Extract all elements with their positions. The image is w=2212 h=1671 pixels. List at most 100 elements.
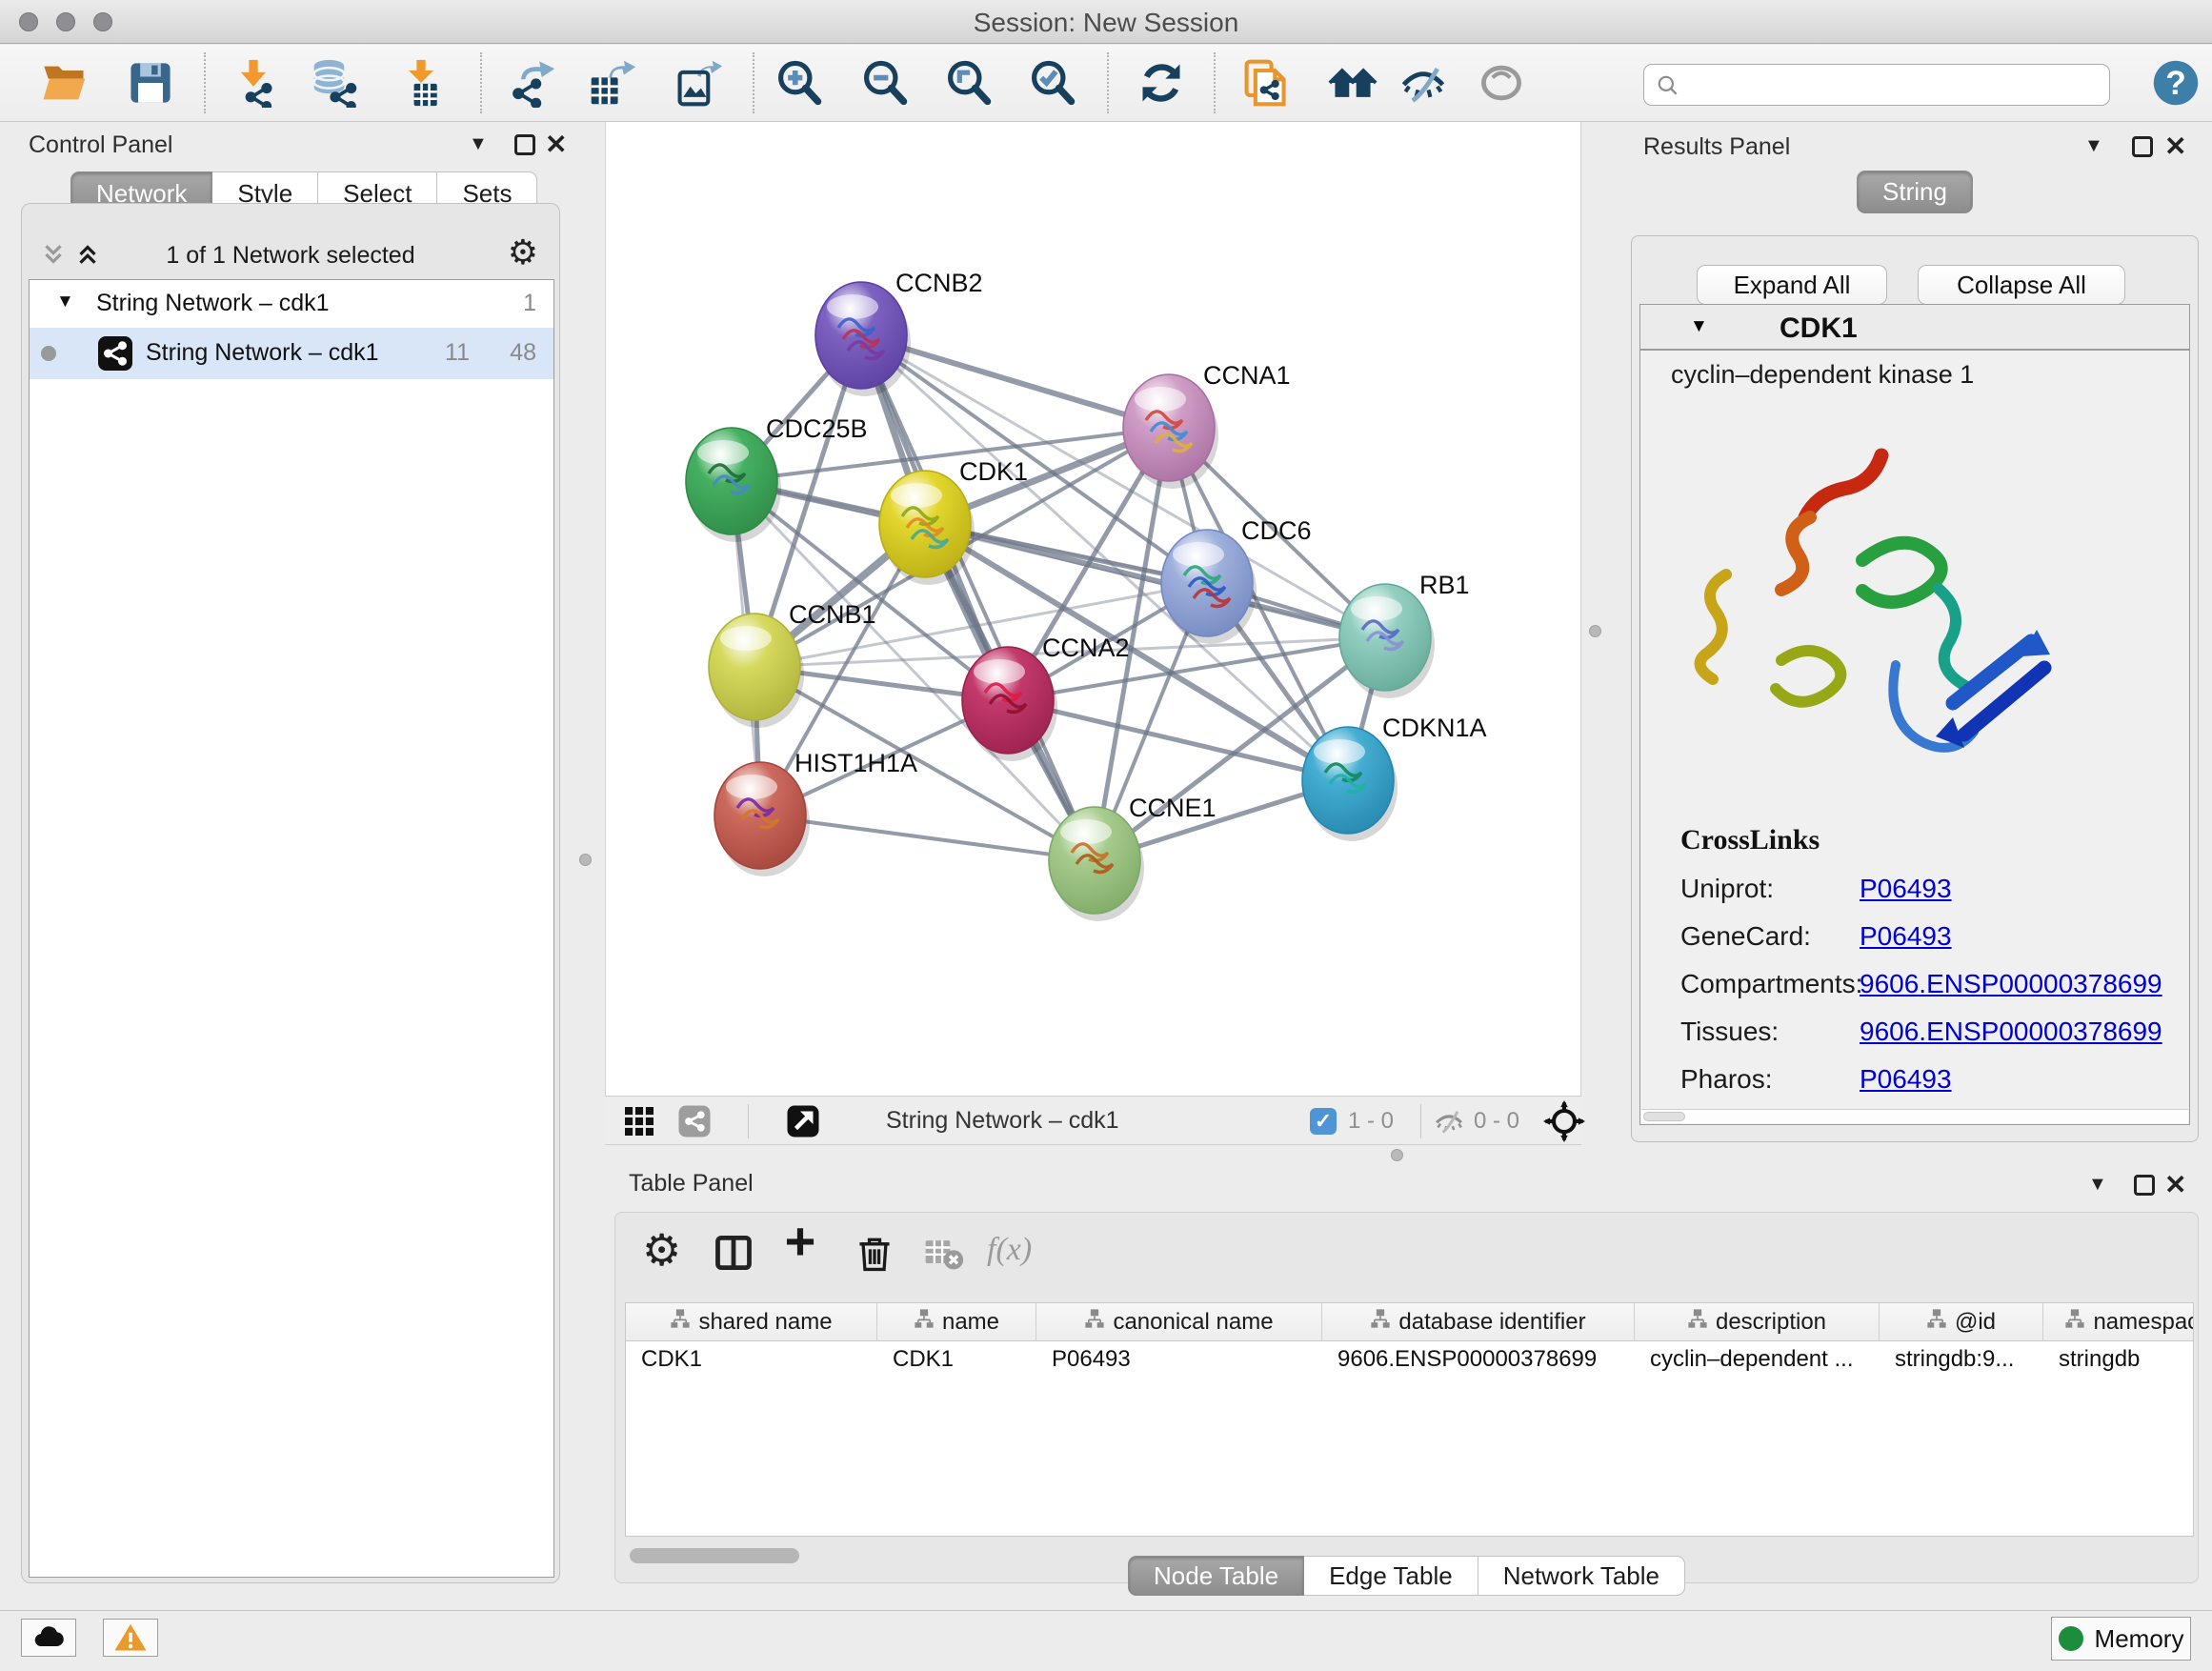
- network-row[interactable]: String Network – cdk1 11 48: [30, 328, 553, 379]
- network-node-CCNE1[interactable]: CCNE1: [1049, 794, 1217, 921]
- table-panel-close-icon[interactable]: ✕: [2164, 1175, 2186, 1196]
- import-network-database-icon[interactable]: [310, 58, 359, 108]
- node-label-CCNE1: CCNE1: [1129, 794, 1217, 822]
- crosslink-link[interactable]: P06493: [1860, 1064, 1952, 1095]
- import-table-icon[interactable]: [396, 58, 446, 108]
- column-header-canonical-name[interactable]: canonical name: [1036, 1303, 1322, 1340]
- node-section-header[interactable]: ▼ CDK1: [1640, 305, 2189, 351]
- create-column-plus-icon[interactable]: +: [779, 1220, 821, 1262]
- network-node-CDKN1A[interactable]: CDKN1A: [1302, 714, 1487, 841]
- delete-column-trash-icon[interactable]: [854, 1232, 895, 1274]
- control-panel-menu-icon[interactable]: ▼: [469, 133, 488, 155]
- control-panel-float-icon[interactable]: [514, 134, 535, 155]
- table-row[interactable]: CDK1CDK1P064939606.ENSP00000378699cyclin…: [626, 1341, 2193, 1379]
- delete-table-icon[interactable]: [922, 1232, 960, 1274]
- export-table-icon[interactable]: [588, 58, 637, 108]
- duplicate-network-icon[interactable]: [1241, 58, 1291, 108]
- bottom-divider-handle[interactable]: [1391, 1149, 1403, 1161]
- memory-button[interactable]: Memory: [2051, 1617, 2191, 1661]
- results-panel-float-icon[interactable]: [2132, 136, 2153, 157]
- column-header-database-identifier[interactable]: database identifier: [1322, 1303, 1635, 1340]
- left-divider-handle[interactable]: [579, 854, 592, 866]
- import-network-file-icon[interactable]: [229, 58, 278, 108]
- column-header-name[interactable]: name: [877, 1303, 1036, 1340]
- table-body: CDK1CDK1P064939606.ENSP00000378699cyclin…: [626, 1341, 2193, 1379]
- network-edge-CDK1-RB1[interactable]: [925, 524, 1385, 637]
- cloud-button[interactable]: [21, 1619, 76, 1657]
- selected-checkbox-icon[interactable]: ✓: [1310, 1108, 1337, 1135]
- birdseye-view-icon[interactable]: [786, 1104, 820, 1138]
- table-panel-menu-icon[interactable]: ▼: [2088, 1174, 2107, 1196]
- column-header-description[interactable]: description: [1635, 1303, 1880, 1340]
- table-cell: 9606.ENSP00000378699: [1322, 1341, 1635, 1379]
- control-panel-close-icon[interactable]: ✕: [545, 134, 567, 155]
- network-node-CDC25B[interactable]: CDC25B: [686, 414, 868, 542]
- crosslink-link[interactable]: P06493: [1860, 874, 1952, 904]
- export-network-icon[interactable]: [507, 58, 556, 108]
- warnings-button[interactable]: [103, 1619, 158, 1657]
- network-node-RB1[interactable]: RB1: [1339, 571, 1470, 698]
- tab-network-table[interactable]: Network Table: [1478, 1556, 1685, 1596]
- crosslink-link[interactable]: 9606.ENSP00000378699: [1860, 1017, 2162, 1047]
- zoom-fit-icon[interactable]: [943, 58, 993, 108]
- hide-panels-eye-icon[interactable]: [1398, 58, 1448, 108]
- save-session-icon[interactable]: [126, 58, 175, 108]
- window-title: Session: New Session: [0, 8, 2212, 38]
- grid-view-icon[interactable]: [622, 1104, 656, 1138]
- network-collection-row[interactable]: ▼ String Network – cdk1 1: [30, 280, 553, 328]
- collapse-all-button[interactable]: Collapse All: [1918, 265, 2125, 305]
- network-edge-CCNB2-CCNE1[interactable]: [861, 335, 1095, 860]
- hidden-eye-slash-icon[interactable]: [1432, 1104, 1466, 1138]
- memory-label: Memory: [2095, 1624, 2184, 1654]
- crosshair-icon[interactable]: [1543, 1100, 1585, 1142]
- zoom-selected-icon[interactable]: [1027, 58, 1076, 108]
- crosslinks-section: CrossLinks Uniprot: P06493 GeneCard: P06…: [1680, 824, 2176, 1095]
- zoom-in-icon[interactable]: [774, 58, 823, 108]
- function-builder-icon[interactable]: f(x): [987, 1232, 1063, 1274]
- column-header--id[interactable]: @id: [1880, 1303, 2043, 1340]
- show-columns-icon[interactable]: [713, 1232, 754, 1274]
- toolbar-separator: [1107, 52, 1109, 113]
- help-icon[interactable]: ?: [2151, 58, 2201, 108]
- results-panel-close-icon[interactable]: ✕: [2164, 136, 2186, 157]
- show-eye-icon[interactable]: [1477, 58, 1526, 108]
- network-node-CCNA1[interactable]: CCNA1: [1123, 361, 1291, 489]
- search-input[interactable]: [1688, 67, 2098, 101]
- table-horizontal-scrollbar-thumb[interactable]: [630, 1548, 799, 1563]
- refresh-layout-icon[interactable]: [1136, 58, 1186, 108]
- tab-edge-table[interactable]: Edge Table: [1304, 1556, 1478, 1596]
- open-session-icon[interactable]: [40, 58, 90, 108]
- network-node-CCNA2[interactable]: CCNA2: [962, 634, 1130, 761]
- node-label-CCNA2: CCNA2: [1042, 634, 1130, 662]
- column-header-shared-name[interactable]: shared name: [626, 1303, 877, 1340]
- toolbar-separator: [480, 52, 482, 113]
- results-panel-menu-icon[interactable]: ▼: [2084, 135, 2103, 157]
- expand-all-button[interactable]: Expand All: [1697, 265, 1887, 305]
- node-label-HIST1H1A: HIST1H1A: [794, 749, 917, 777]
- houses-icon[interactable]: [1328, 58, 1377, 108]
- column-header-namespace[interactable]: namespace: [2043, 1303, 2194, 1340]
- network-options-gear-icon[interactable]: ⚙: [508, 232, 538, 272]
- crosslink-link[interactable]: 9606.ENSP00000378699: [1860, 969, 2162, 999]
- network-edge-HIST1H1A-CCNE1[interactable]: [760, 815, 1095, 860]
- export-image-icon[interactable]: [674, 58, 724, 108]
- tab-string[interactable]: String: [1857, 171, 1973, 213]
- table-panel-float-icon[interactable]: [2134, 1175, 2155, 1196]
- right-divider-handle[interactable]: [1589, 625, 1601, 637]
- network-node-HIST1H1A[interactable]: HIST1H1A: [714, 749, 917, 876]
- tab-node-table[interactable]: Node Table: [1128, 1556, 1304, 1596]
- cloud-icon: [31, 1621, 66, 1655]
- collection-expand-icon[interactable]: ▼: [56, 292, 74, 312]
- table-settings-gear-icon[interactable]: ⚙: [642, 1224, 684, 1266]
- results-horizontal-scrollbar[interactable]: [1641, 1109, 2188, 1123]
- network-view-canvas[interactable]: CCNB2CCNA1CDC25BCDK1CDC6RB1CCNB1CCNA2CDK…: [605, 122, 1581, 1096]
- network-node-CCNB2[interactable]: CCNB2: [815, 269, 983, 396]
- network-node-CCNB1[interactable]: CCNB1: [709, 600, 876, 728]
- string-results-card: Expand All Collapse All ▼ CDK1 cyclin–de…: [1631, 235, 2199, 1142]
- node-section-caret-icon[interactable]: ▼: [1690, 316, 1708, 337]
- crosslink-link[interactable]: P06493: [1860, 921, 1952, 952]
- selected-count: 1 - 0: [1348, 1108, 1394, 1135]
- zoom-out-icon[interactable]: [859, 58, 909, 108]
- network-share-view-icon[interactable]: [677, 1104, 712, 1138]
- network-edge-count: 48: [510, 339, 536, 367]
